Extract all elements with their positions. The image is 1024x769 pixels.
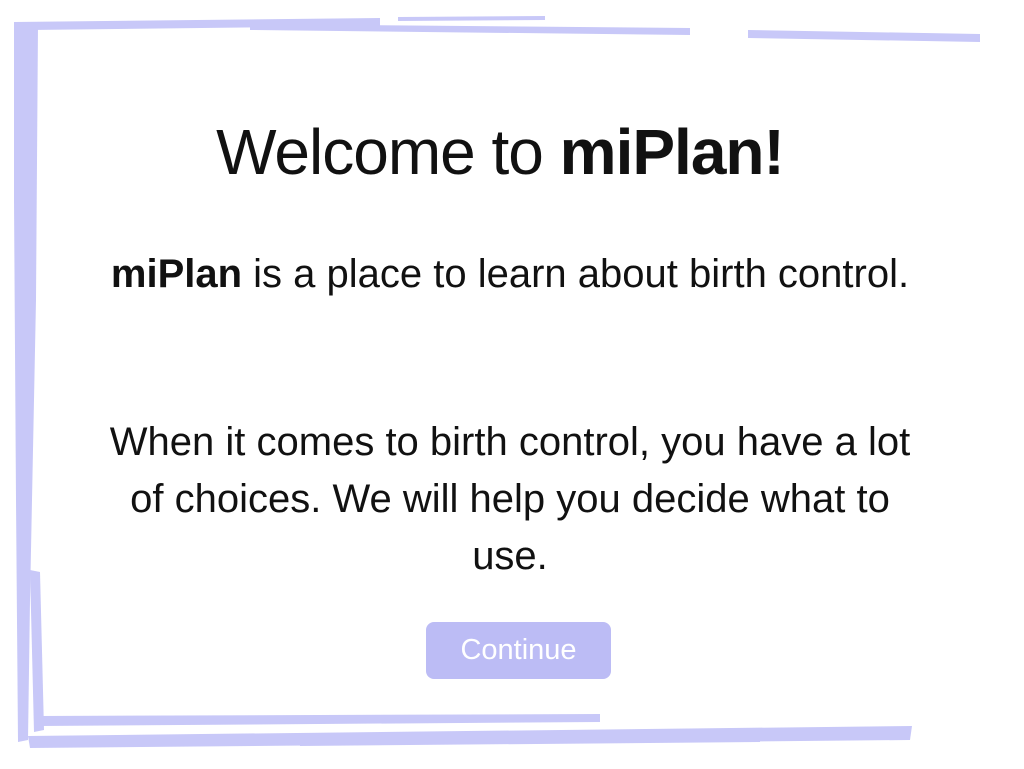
welcome-heading: Welcome to miPlan! <box>0 112 1000 192</box>
welcome-prefix: Welcome to <box>216 116 560 188</box>
intro-brand: miPlan <box>110 252 243 296</box>
intro-rest: is a place to learn about birth control. <box>242 252 910 296</box>
welcome-brand: miPlan! <box>559 116 785 188</box>
welcome-screen: Welcome to miPlan! miPlan is a place to … <box>0 0 1024 769</box>
continue-button[interactable]: Continue <box>426 622 611 679</box>
intro-paragraph: miPlan is a place to learn about birth c… <box>100 246 920 303</box>
choices-paragraph: When it comes to birth control, you have… <box>109 420 911 578</box>
